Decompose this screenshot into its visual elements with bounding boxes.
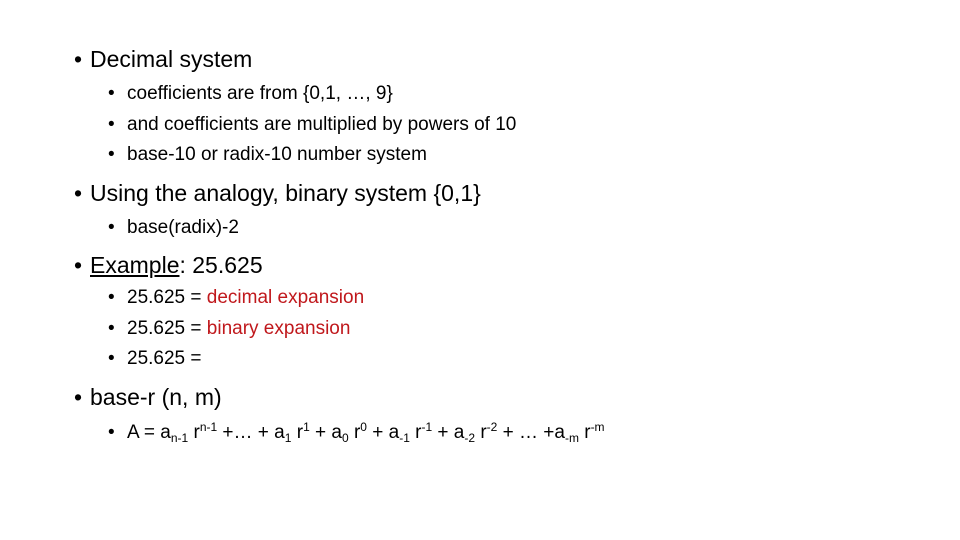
example-label: Example [90,252,180,278]
bullet: • [74,46,83,72]
item-text: coefficients are from {0,1, …, 9} [127,83,393,104]
item-text: base-10 or radix-10 number system [127,144,427,165]
example-value: : 25.625 [179,252,263,278]
bullet: • [108,348,115,369]
bullet: • [74,384,83,410]
item-text: 25.625 = [127,287,207,308]
superscript: -m [590,420,605,434]
formula-part: r [188,422,200,443]
subscript: 0 [341,431,349,445]
bullet: • [108,217,115,238]
bullet: • [108,287,115,308]
subscript: -2 [464,431,476,445]
slide: • Decimal system • coefficients are from {… [0,0,960,540]
formula-part: r [409,422,422,443]
bullet: • [108,318,115,339]
heading-text: Decimal system [90,46,253,72]
subscript: -m [564,431,579,445]
item-text: 25.625 = [127,318,207,339]
highlight-text: binary expansion [206,318,351,339]
heading-base-r: • base-r (n, m) [74,384,222,411]
heading-text: base-r (n, m) [90,384,222,410]
list-item: • base-10 or radix-10 number system [108,144,427,166]
bullet: • [108,422,115,443]
list-item: • 25.625 = binary expansion [108,318,350,340]
superscript: n-1 [199,420,218,434]
highlight-text: decimal expansion [206,287,365,308]
subscript: n-1 [170,431,189,445]
formula-part: r [475,422,487,443]
bullet: • [108,144,115,165]
item-text: 25.625 = [127,348,202,369]
heading-binary-analogy: • Using the analogy, binary system {0,1} [74,180,481,207]
formula: • A = an-1 rn-1 +… + a1 r1 + a0 r0 + a-1 … [108,420,605,445]
formula-part: + a [432,422,465,443]
list-item: • 25.625 = decimal expansion [108,287,364,309]
bullet: • [74,180,83,206]
formula-part: + … +a [497,422,565,443]
superscript: -1 [421,420,433,434]
subscript: -1 [399,431,410,445]
heading-decimal-system: • Decimal system [74,46,252,73]
superscript: 0 [360,420,367,434]
formula-part: + a [366,422,400,443]
item-text: and coefficients are multiplied by power… [127,114,517,135]
bullet: • [108,114,115,135]
formula-part: A = a [127,422,171,443]
formula-part: r [291,422,304,443]
superscript: -2 [486,420,498,434]
heading-example: • Example: 25.625 [74,252,263,279]
bullet: • [74,252,83,278]
list-item: • and coefficients are multiplied by powe… [108,114,516,136]
formula-part: r [348,422,361,443]
formula-part: + a [309,422,342,443]
list-item: • coefficients are from {0,1, …, 9} [108,83,393,105]
list-item: • 25.625 = [108,348,202,370]
heading-text: Using the analogy, binary system {0,1} [90,180,481,206]
superscript: 1 [303,420,310,434]
list-item: • base(radix)-2 [108,217,239,239]
formula-part: r [578,422,591,443]
item-text: base(radix)-2 [127,217,239,238]
formula-part: +… + a [217,422,285,443]
bullet: • [108,83,115,104]
